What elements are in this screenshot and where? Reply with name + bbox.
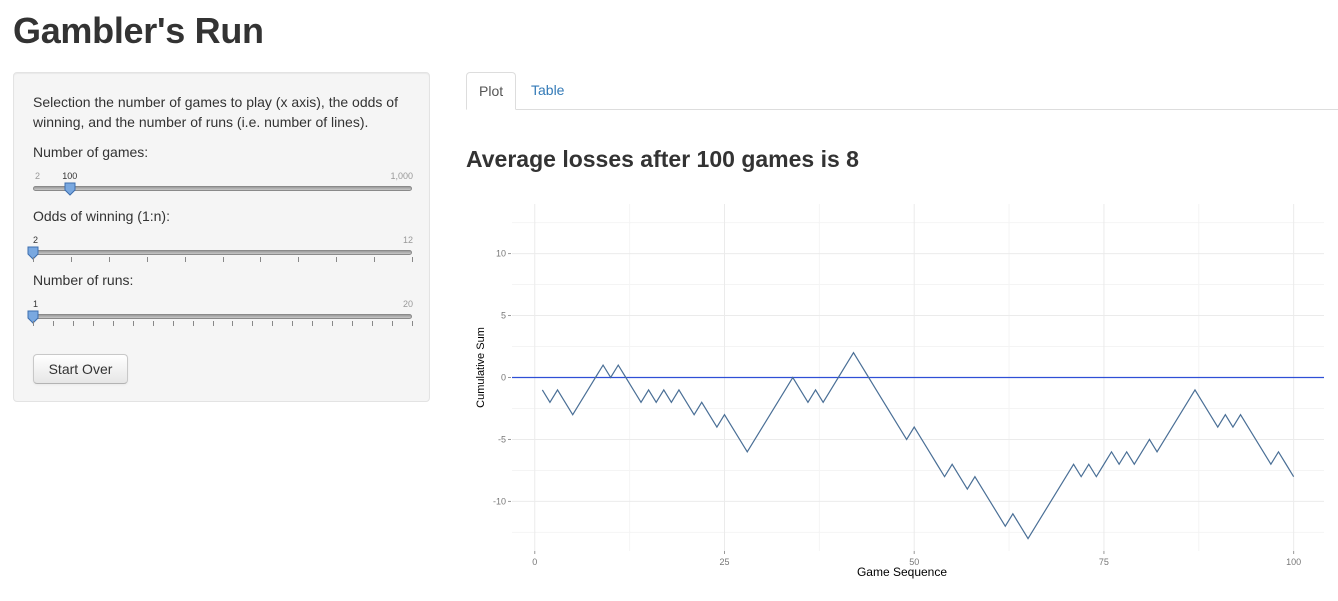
runs-slider[interactable]: 1 20 [27,299,413,339]
slider-tick [232,321,234,326]
slider-tick [184,257,186,262]
slider-tick [312,321,314,326]
slider-tick [72,321,74,326]
games-slider-value: 100 [62,171,78,181]
slider-tick [252,321,254,326]
runs-slider-max: 20 [402,299,413,309]
tab-bar: Plot Table [466,72,1338,110]
odds-slider-max: 12 [402,235,413,245]
start-over-button[interactable]: Start Over [33,354,128,384]
slider-tick [172,321,174,326]
slider-tick [192,321,194,326]
slider-tick [152,321,154,326]
slider-tick [412,321,413,326]
slider-tick [33,257,34,262]
slider-tick [332,321,334,326]
slider-tick [52,321,54,326]
slider-tick [292,321,294,326]
games-slider-max: 1,000 [390,171,413,181]
slider-tick [260,257,262,262]
x-axis-label: Game Sequence [857,565,947,579]
slider-tick [108,257,110,262]
slider-tick [222,257,224,262]
y-tick-label: -5 [498,434,506,444]
games-slider-label: Number of games: [33,144,149,160]
slider-tick [212,321,214,326]
odds-slider[interactable]: 2 12 [27,235,413,275]
slider-tick [372,321,374,326]
y-tick-label: 0 [501,373,506,383]
runs-slider-ticks [33,321,413,329]
slider-tick [132,321,134,326]
x-tick-label: 100 [1286,557,1301,567]
odds-slider-ticks [33,257,413,265]
slider-tick [298,257,300,262]
series-line [541,351,1295,540]
y-tick-label: 5 [501,311,506,321]
odds-slider-label: Odds of winning (1:n): [33,208,170,224]
tab-plot[interactable]: Plot [466,72,517,110]
sidebar-panel: Selection the number of games to play (x… [13,72,430,402]
games-slider-track[interactable] [33,186,412,191]
slider-tick [352,321,354,326]
runs-slider-label: Number of runs: [33,272,134,288]
slider-tick [33,321,34,326]
slider-tick [70,257,72,262]
games-slider[interactable]: 2 100 1,000 [33,171,413,211]
x-tick-label: 25 [719,557,729,567]
odds-slider-track[interactable] [33,250,412,255]
runs-slider-value: 1 [33,299,39,309]
x-tick-label: 0 [532,557,537,567]
x-tick-label: 75 [1099,557,1109,567]
tab-table[interactable]: Table [519,72,576,110]
y-tick-label: -10 [493,496,506,506]
slider-tick [112,321,114,326]
y-tick-label: 10 [496,249,506,259]
games-slider-ticks [33,193,413,201]
slider-tick [336,257,338,262]
chart-axes: 0 25 50 75 100-10-50510 [493,249,1301,567]
y-axis-label: Cumulative Sum [475,327,487,408]
help-text: Selection the number of games to play (x… [33,94,398,130]
slider-tick [92,321,94,326]
games-slider-min: 2 [35,171,41,181]
slider-tick [146,257,148,262]
odds-slider-value: 2 [33,235,39,245]
plot-heading: Average losses after 100 games is 8 [466,146,859,172]
runs-slider-track[interactable] [33,314,412,319]
slider-tick [392,321,394,326]
slider-tick [412,257,413,262]
slider-tick [374,257,376,262]
app-title: Gambler's Run [13,10,264,51]
cumulative-sum-chart: 0 25 50 75 100-10-50510 Game Sequence Cumula… [475,204,1324,579]
slider-tick [272,321,274,326]
